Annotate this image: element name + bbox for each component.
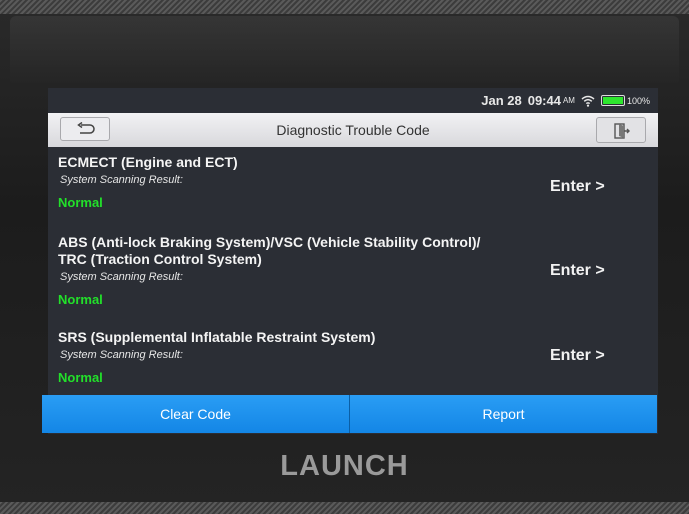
scan-result-status: Normal bbox=[58, 292, 103, 307]
scan-result-label: System Scanning Result: bbox=[60, 174, 183, 186]
exit-icon bbox=[614, 123, 630, 139]
system-name: ECMECT (Engine and ECT) bbox=[58, 154, 238, 170]
status-date: Jan 28 bbox=[481, 93, 522, 108]
action-bar: Clear Code Report bbox=[42, 395, 657, 433]
page-title: Diagnostic Trouble Code bbox=[276, 122, 430, 138]
scan-result-label: System Scanning Result: bbox=[60, 349, 183, 361]
title-bar: Diagnostic Trouble Code bbox=[48, 113, 658, 147]
system-name: ABS (Anti-lock Braking System)/VSC (Vehi… bbox=[58, 234, 481, 250]
device-top-rim bbox=[0, 0, 689, 14]
scan-result-status: Normal bbox=[58, 195, 103, 210]
list-item: ABS (Anti-lock Braking System)/VSC (Vehi… bbox=[48, 232, 658, 312]
battery-percent: 100% bbox=[626, 95, 650, 106]
enter-button[interactable]: Enter > bbox=[550, 347, 605, 365]
status-time: 09:44 bbox=[527, 93, 561, 108]
bezel-glare bbox=[10, 16, 679, 86]
system-name-line2: TRC (Traction Control System) bbox=[58, 251, 262, 267]
status-indicators: Jan 28 09:44 AM 100% bbox=[481, 93, 650, 108]
scan-tool-device: Jan 28 09:44 AM 100% Diagnostic Trouble … bbox=[0, 0, 689, 514]
system-list: ECMECT (Engine and ECT) System Scanning … bbox=[48, 150, 658, 396]
system-name: SRS (Supplemental Inflatable Restraint S… bbox=[58, 329, 376, 345]
enter-button[interactable]: Enter > bbox=[550, 262, 605, 280]
enter-button[interactable]: Enter > bbox=[550, 178, 605, 196]
status-ampm: AM bbox=[562, 96, 575, 105]
device-bottom-rim bbox=[0, 502, 689, 514]
scan-result-label: System Scanning Result: bbox=[60, 271, 183, 283]
list-item: ECMECT (Engine and ECT) System Scanning … bbox=[48, 150, 658, 210]
wifi-icon bbox=[581, 95, 595, 107]
device-screen: Jan 28 09:44 AM 100% Diagnostic Trouble … bbox=[48, 88, 658, 434]
status-bar: Jan 28 09:44 AM 100% bbox=[48, 88, 658, 112]
clear-code-button[interactable]: Clear Code bbox=[42, 395, 349, 433]
report-button[interactable]: Report bbox=[350, 395, 657, 433]
battery-icon bbox=[600, 95, 625, 106]
list-item: SRS (Supplemental Inflatable Restraint S… bbox=[48, 327, 658, 387]
scan-result-status: Normal bbox=[58, 370, 103, 385]
exit-button[interactable] bbox=[596, 117, 646, 143]
launch-logo: LAUNCH bbox=[280, 450, 409, 482]
